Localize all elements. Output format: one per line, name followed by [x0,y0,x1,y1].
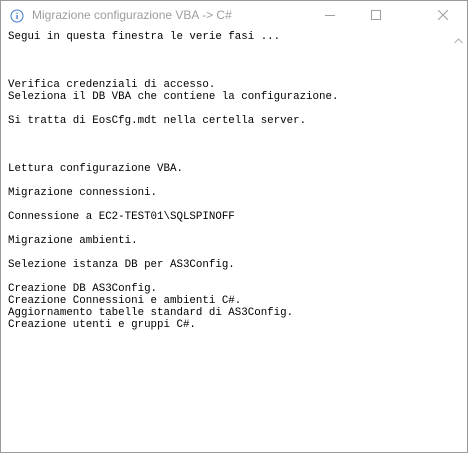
close-icon [437,7,449,25]
minimize-button[interactable] [307,1,353,31]
window-title: Migrazione configurazione VBA -> C# [32,8,232,22]
console-line: Migrazione connessioni. [8,187,158,199]
console-window: Migrazione configurazione VBA -> C# Segu… [0,0,468,453]
console-line: Connessione a EC2-TEST01\SQLSPINOFF [8,211,235,223]
console-text: Segui in questa finestra le verie fasi .… [8,31,338,331]
console-line: Creazione utenti e gruppi C#. [8,319,196,331]
console-output[interactable]: Segui in questa finestra le verie fasi .… [1,31,451,452]
info-icon [10,9,24,23]
console-line: Selezione istanza DB per AS3Config. [8,259,235,271]
maximize-button[interactable] [353,1,399,31]
console-line: Verifica credenziali di accesso. [8,79,216,91]
console-line: Creazione DB AS3Config. [8,283,158,295]
console-line: Lettura configurazione VBA. [8,163,183,175]
console-line: Creazione Connessioni e ambienti C#. [8,295,242,307]
console-line: Aggiornamento tabelle standard di AS3Con… [8,307,294,319]
minimize-icon [325,7,335,25]
scroll-up-button[interactable] [450,31,467,48]
console-line: Segui in questa finestra le verie fasi .… [8,31,281,43]
title-bar[interactable]: Migrazione configurazione VBA -> C# [1,1,467,31]
console-line: Si tratta di EosCfg.mdt nella certella s… [8,115,307,127]
close-button[interactable] [419,1,467,31]
chevron-up-icon [454,31,463,49]
console-line: Seleziona il DB VBA che contiene la conf… [8,91,339,103]
console-line: Migrazione ambienti. [8,235,138,247]
maximize-icon [371,7,381,25]
vertical-scrollbar[interactable] [450,31,467,452]
